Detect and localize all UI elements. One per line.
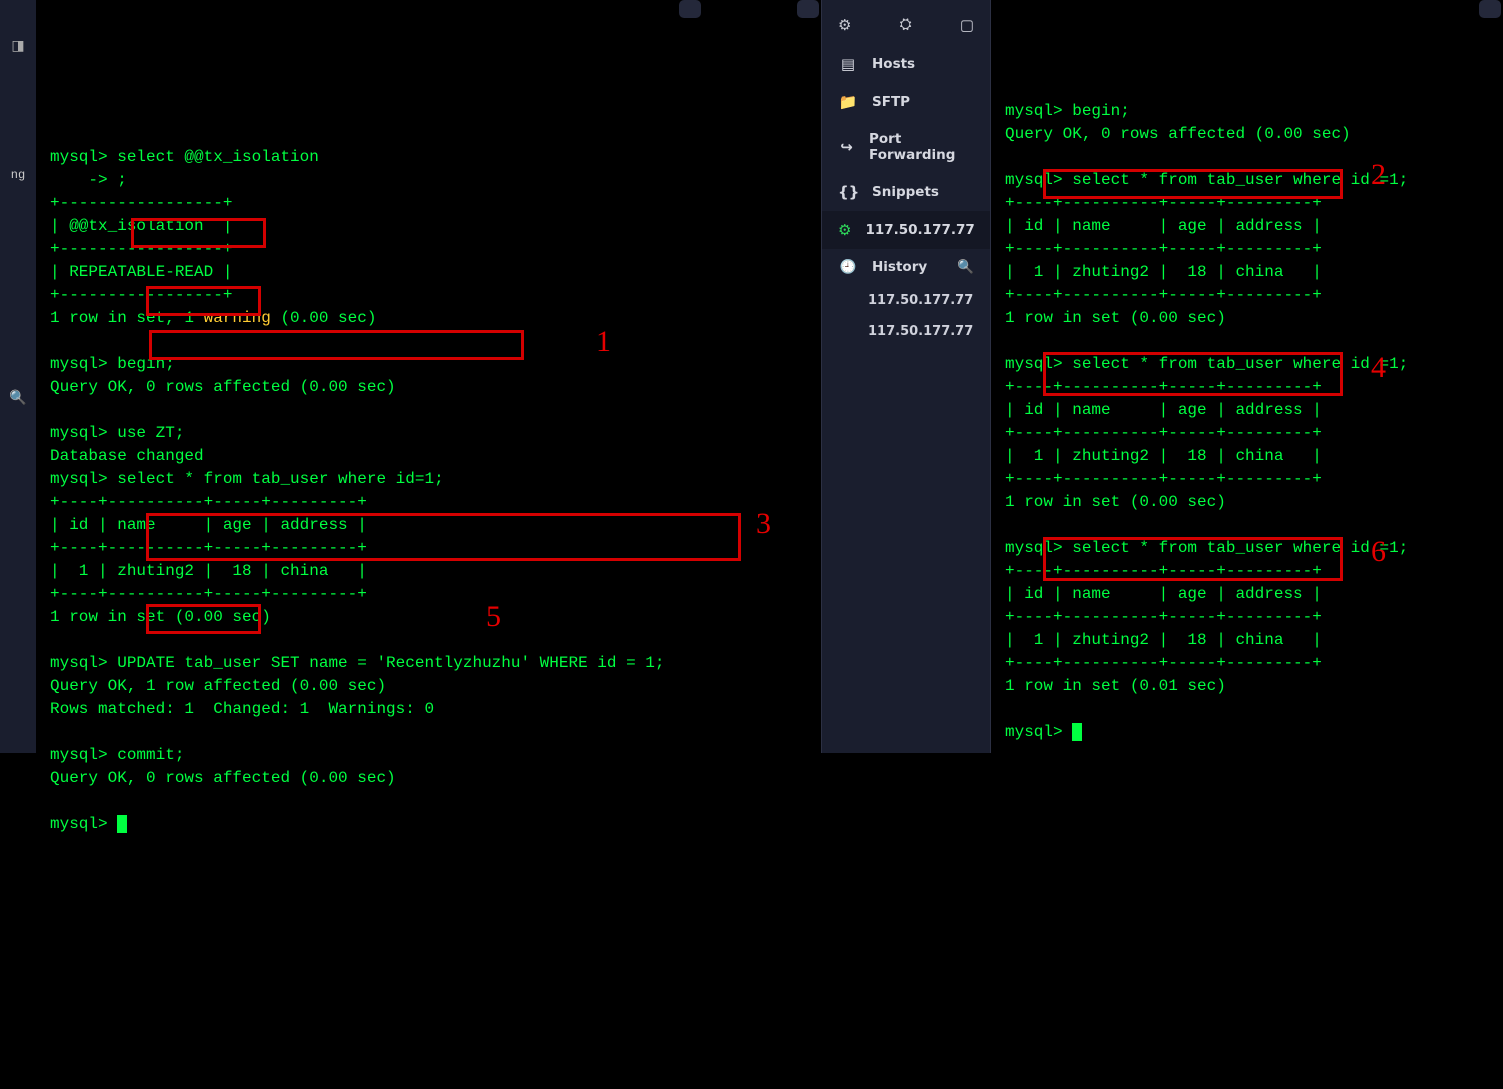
- sidebar-item-label: SFTP: [872, 94, 910, 110]
- annotation-6: 6: [1371, 540, 1386, 563]
- terminal-right[interactable]: mysql> begin;Query OK, 0 rows affected (…: [991, 0, 1503, 753]
- hosts-icon: ▤: [838, 55, 858, 73]
- sidebar-item-label: Snippets: [872, 184, 939, 200]
- terminal-left[interactable]: mysql> select @@tx_isolation -> ;+------…: [36, 0, 821, 753]
- history-icon: 🕘: [838, 259, 858, 275]
- active-gear-icon: ⚙: [838, 221, 851, 239]
- annotation-1: 1: [596, 330, 611, 353]
- gear-icon[interactable]: ⚙: [838, 16, 851, 35]
- left-gutter: ◨ ng 🔍: [0, 0, 36, 753]
- sidebar-item-snippets[interactable]: {} Snippets: [822, 173, 990, 211]
- snippets-icon: {}: [838, 183, 858, 201]
- sidebar-top-icons: ⚙ ⛭ ▢: [822, 10, 990, 45]
- forward-icon: ↪: [838, 138, 855, 156]
- card-icon[interactable]: ▢: [960, 16, 974, 35]
- layout-icon[interactable]: ⛭: [900, 16, 912, 35]
- search-icon[interactable]: 🔍: [957, 259, 974, 275]
- toolbar-button[interactable]: [679, 0, 701, 18]
- sidebar-item-label: 117.50.177.77: [865, 222, 974, 238]
- sidebar-item-history[interactable]: 🕘 History 🔍: [822, 249, 990, 285]
- search-icon[interactable]: 🔍: [0, 390, 36, 407]
- annotation-3: 3: [756, 512, 771, 535]
- annotation-2: 2: [1371, 163, 1386, 186]
- sidebar-item-hosts[interactable]: ▤ Hosts: [822, 45, 990, 83]
- terminal-right-content: mysql> begin;Query OK, 0 rows affected (…: [1005, 100, 1489, 744]
- toolbar-button[interactable]: [1479, 0, 1501, 18]
- folder-icon: 📁: [838, 93, 858, 111]
- panel-cut-label: ng: [0, 168, 36, 182]
- annotation-4: 4: [1371, 356, 1386, 379]
- sidebar-item-active-host[interactable]: ⚙ 117.50.177.77: [822, 211, 990, 249]
- annotation-5: 5: [486, 605, 501, 628]
- sidebar-panel: ⚙ ⛭ ▢ ▤ Hosts 📁 SFTP ↪ Port Forwarding {…: [821, 0, 991, 753]
- sidebar-item-label: History: [872, 259, 927, 275]
- terminal-left-content: mysql> select @@tx_isolation -> ;+------…: [50, 146, 807, 836]
- toolbar-button[interactable]: [797, 0, 819, 18]
- sidebar-item-label: Port Forwarding: [869, 131, 974, 163]
- sidebar-item-sftp[interactable]: 📁 SFTP: [822, 83, 990, 121]
- sidebar-item-label: Hosts: [872, 56, 915, 72]
- panel-icon[interactable]: ◨: [0, 38, 36, 55]
- history-item[interactable]: 117.50.177.77: [822, 316, 990, 347]
- history-item[interactable]: 117.50.177.77: [822, 285, 990, 316]
- sidebar-item-port-forwarding[interactable]: ↪ Port Forwarding: [822, 121, 990, 173]
